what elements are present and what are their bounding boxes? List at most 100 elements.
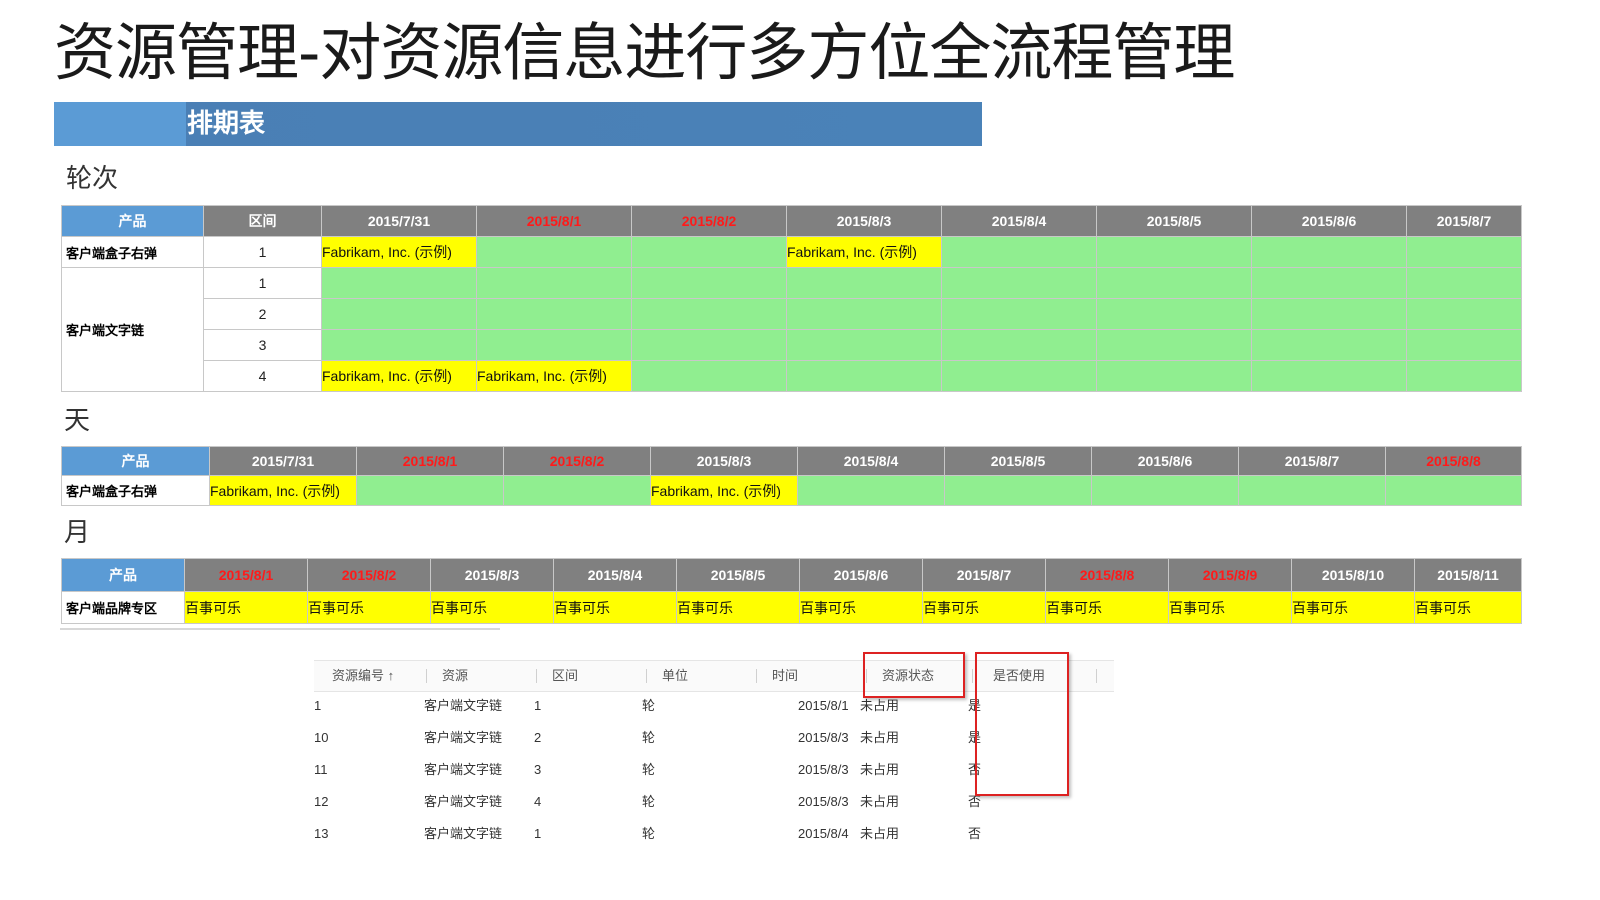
booked-slot[interactable]: 百事可乐: [922, 591, 1046, 624]
header-date[interactable]: 2015/8/4: [941, 205, 1097, 237]
header-product[interactable]: 产品: [61, 446, 210, 476]
free-slot[interactable]: [476, 329, 632, 361]
header-date[interactable]: 2015/8/3: [786, 205, 942, 237]
list-header-cell[interactable]: 时间: [772, 661, 798, 691]
header-date[interactable]: 2015/8/4: [553, 558, 677, 592]
header-date[interactable]: 2015/7/31: [209, 446, 357, 476]
free-slot[interactable]: [786, 360, 942, 392]
header-date[interactable]: 2015/8/9: [1168, 558, 1292, 592]
free-slot[interactable]: [1406, 267, 1522, 299]
booked-slot[interactable]: Fabrikam, Inc. (示例): [209, 475, 357, 506]
header-date[interactable]: 2015/8/5: [1096, 205, 1252, 237]
free-slot[interactable]: [941, 236, 1097, 268]
header-date[interactable]: 2015/8/6: [799, 558, 923, 592]
booked-slot[interactable]: 百事可乐: [799, 591, 923, 624]
header-date[interactable]: 2015/8/6: [1091, 446, 1239, 476]
free-slot[interactable]: [1385, 475, 1522, 506]
free-slot[interactable]: [631, 298, 787, 330]
header-date[interactable]: 2015/8/10: [1291, 558, 1415, 592]
list-header-cell[interactable]: 单位: [662, 661, 688, 691]
list-item[interactable]: 13 客户端文字链 1 轮 2015/8/4 未占用 否: [314, 818, 1114, 850]
free-slot[interactable]: [944, 475, 1092, 506]
header-product[interactable]: 产品: [61, 558, 185, 592]
header-range[interactable]: 区间: [203, 205, 322, 237]
free-slot[interactable]: [476, 267, 632, 299]
free-slot[interactable]: [1238, 475, 1386, 506]
booked-slot[interactable]: 百事可乐: [184, 591, 308, 624]
free-slot[interactable]: [797, 475, 945, 506]
header-product[interactable]: 产品: [61, 205, 204, 237]
free-slot[interactable]: [321, 267, 477, 299]
free-slot[interactable]: [1406, 360, 1522, 392]
free-slot[interactable]: [1406, 236, 1522, 268]
header-date[interactable]: 2015/8/7: [1406, 205, 1522, 237]
free-slot[interactable]: [1251, 298, 1407, 330]
free-slot[interactable]: [1251, 329, 1407, 361]
free-slot[interactable]: [631, 329, 787, 361]
booked-slot[interactable]: 百事可乐: [676, 591, 800, 624]
free-slot[interactable]: [1251, 267, 1407, 299]
free-slot[interactable]: [941, 360, 1097, 392]
header-date[interactable]: 2015/7/31: [321, 205, 477, 237]
free-slot[interactable]: [1251, 236, 1407, 268]
header-date[interactable]: 2015/8/3: [650, 446, 798, 476]
header-date[interactable]: 2015/8/1: [184, 558, 308, 592]
header-date[interactable]: 2015/8/4: [797, 446, 945, 476]
booked-slot[interactable]: 百事可乐: [1168, 591, 1292, 624]
free-slot[interactable]: [1091, 475, 1239, 506]
list-header-cell[interactable]: 区间: [552, 661, 578, 691]
free-slot[interactable]: [941, 298, 1097, 330]
booked-slot[interactable]: 百事可乐: [1291, 591, 1415, 624]
free-slot[interactable]: [1096, 298, 1252, 330]
header-date[interactable]: 2015/8/8: [1045, 558, 1169, 592]
header-date[interactable]: 2015/8/8: [1385, 446, 1522, 476]
free-slot[interactable]: [503, 475, 651, 506]
booked-slot[interactable]: Fabrikam, Inc. (示例): [786, 236, 942, 268]
free-slot[interactable]: [1096, 267, 1252, 299]
booked-slot[interactable]: Fabrikam, Inc. (示例): [476, 360, 632, 392]
free-slot[interactable]: [321, 329, 477, 361]
free-slot[interactable]: [476, 236, 632, 268]
free-slot[interactable]: [941, 329, 1097, 361]
header-date[interactable]: 2015/8/6: [1251, 205, 1407, 237]
free-slot[interactable]: [631, 236, 787, 268]
header-date[interactable]: 2015/8/2: [503, 446, 651, 476]
free-slot[interactable]: [356, 475, 504, 506]
header-date[interactable]: 2015/8/2: [307, 558, 431, 592]
free-slot[interactable]: [631, 267, 787, 299]
free-slot[interactable]: [476, 298, 632, 330]
free-slot[interactable]: [941, 267, 1097, 299]
header-date[interactable]: 2015/8/7: [1238, 446, 1386, 476]
free-slot[interactable]: [786, 329, 942, 361]
list-header-cell[interactable]: 资源: [442, 661, 468, 691]
list-header-cell[interactable]: 资源编号 ↑: [332, 661, 394, 691]
free-slot[interactable]: [1406, 329, 1522, 361]
booked-slot[interactable]: Fabrikam, Inc. (示例): [650, 475, 798, 506]
header-date[interactable]: 2015/8/11: [1414, 558, 1522, 592]
horizontal-scrollbar[interactable]: [60, 628, 500, 630]
header-date[interactable]: 2015/8/5: [676, 558, 800, 592]
header-date[interactable]: 2015/8/7: [922, 558, 1046, 592]
column-divider: [426, 669, 427, 683]
booked-slot[interactable]: 百事可乐: [1045, 591, 1169, 624]
booked-slot[interactable]: 百事可乐: [1414, 591, 1522, 624]
free-slot[interactable]: [1096, 236, 1252, 268]
free-slot[interactable]: [786, 298, 942, 330]
header-date[interactable]: 2015/8/5: [944, 446, 1092, 476]
booked-slot[interactable]: 百事可乐: [553, 591, 677, 624]
free-slot[interactable]: [786, 267, 942, 299]
header-date[interactable]: 2015/8/1: [476, 205, 632, 237]
header-date[interactable]: 2015/8/1: [356, 446, 504, 476]
header-date[interactable]: 2015/8/3: [430, 558, 554, 592]
booked-slot[interactable]: 百事可乐: [307, 591, 431, 624]
free-slot[interactable]: [1406, 298, 1522, 330]
booked-slot[interactable]: Fabrikam, Inc. (示例): [321, 360, 477, 392]
free-slot[interactable]: [1251, 360, 1407, 392]
free-slot[interactable]: [1096, 329, 1252, 361]
free-slot[interactable]: [631, 360, 787, 392]
free-slot[interactable]: [321, 298, 477, 330]
booked-slot[interactable]: Fabrikam, Inc. (示例): [321, 236, 477, 268]
booked-slot[interactable]: 百事可乐: [430, 591, 554, 624]
header-date[interactable]: 2015/8/2: [631, 205, 787, 237]
free-slot[interactable]: [1096, 360, 1252, 392]
